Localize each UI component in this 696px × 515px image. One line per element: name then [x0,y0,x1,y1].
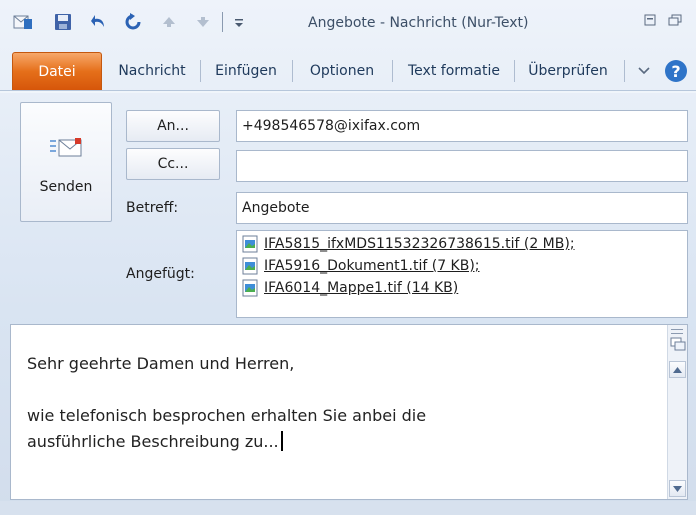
outlook-message-window: Angebote - Nachricht (Nur-Text) Datei Na… [0,0,696,515]
to-button[interactable]: An... [126,110,220,142]
message-body-text[interactable]: Sehr geehrte Damen und Herren, wie telef… [27,351,426,455]
scroll-down-button[interactable] [669,480,686,497]
send-button[interactable]: Senden [20,102,112,222]
vertical-scrollbar[interactable] [667,325,687,499]
tif-file-icon [242,257,258,275]
title-bar: Angebote - Nachricht (Nur-Text) [0,0,696,40]
ribbon-tabs: Datei Nachricht Einfügen Optionen Text f… [0,52,696,90]
tab-optionen[interactable]: Optionen [294,52,390,90]
body-line-last: ausführliche Beschreibung zu... [27,429,426,455]
tab-divider [292,60,293,82]
body-line: wie telefonisch besprochen erhalten Sie … [27,406,427,425]
customize-icon[interactable] [228,12,250,32]
tab-ueberpruefen[interactable]: Überprüfen [516,52,620,90]
view-icon[interactable] [670,337,686,355]
svg-text:?: ? [671,62,680,81]
save-icon[interactable] [52,12,74,32]
tab-divider [200,60,201,82]
scroll-up-icon [673,366,682,373]
attachment-item[interactable]: IFA5916_Dokument1.tif (7 KB); [242,255,682,277]
tab-divider [392,60,393,82]
undo-icon[interactable] [88,12,110,32]
scroll-up-button[interactable] [669,361,686,378]
splitter-handle-icon[interactable] [671,329,683,334]
tab-divider [514,60,515,82]
message-body-editor[interactable]: Sehr geehrte Damen und Herren, wie telef… [10,324,688,500]
tab-text-formatieren[interactable]: Text formatie [396,52,512,90]
help-icon[interactable]: ? [664,59,688,87]
down-arrow-icon[interactable] [192,12,214,32]
body-line: ausführliche Beschreibung zu... [27,432,279,451]
tab-einfuegen[interactable]: Einfügen [202,52,290,90]
restore-icon[interactable] [644,14,656,29]
outlook-icon[interactable] [12,12,34,32]
attached-label: Angefügt: [126,266,195,282]
tif-file-icon [242,235,258,253]
cc-button[interactable]: Cc... [126,148,220,180]
text-cursor [280,431,283,451]
subject-label: Betreff: [126,200,179,216]
subject-field[interactable]: Angebote [236,192,688,224]
attachments-field[interactable]: IFA5815_ifxMDS11532326738615.tif (2 MB);… [236,230,688,318]
attachment-item[interactable]: IFA6014_Mappe1.tif (14 KB) [242,277,682,299]
attachment-link[interactable]: IFA5916_Dokument1.tif (7 KB); [264,255,480,277]
attachment-link[interactable]: IFA5815_ifxMDS11532326738615.tif (2 MB); [264,233,575,255]
close-icon[interactable] [668,14,682,29]
tif-file-icon [242,279,258,297]
send-button-label: Senden [39,179,93,195]
tab-nachricht[interactable]: Nachricht [106,52,198,90]
body-line: Sehr geehrte Damen und Herren, [27,354,295,373]
minimize-ribbon-icon[interactable] [636,62,652,82]
tab-datei[interactable]: Datei [12,52,102,90]
cc-field[interactable] [236,150,688,182]
ribbon-divider [0,90,696,93]
window-title: Angebote - Nachricht (Nur-Text) [308,15,529,31]
attachment-link[interactable]: IFA6014_Mappe1.tif (14 KB) [264,277,458,299]
message-header: Senden An... +498546578@ixifax.com Cc...… [10,96,696,322]
tab-divider [624,60,625,82]
attachment-item[interactable]: IFA5815_ifxMDS11532326738615.tif (2 MB); [242,233,682,255]
body-line [27,377,426,403]
toolbar-divider [222,12,223,32]
up-arrow-icon[interactable] [158,12,180,32]
to-field[interactable]: +498546578@ixifax.com [236,110,688,142]
redo-icon[interactable] [122,12,144,32]
send-envelope-icon [49,137,85,169]
scroll-down-icon [673,485,682,492]
window-bottom-edge [0,501,696,515]
